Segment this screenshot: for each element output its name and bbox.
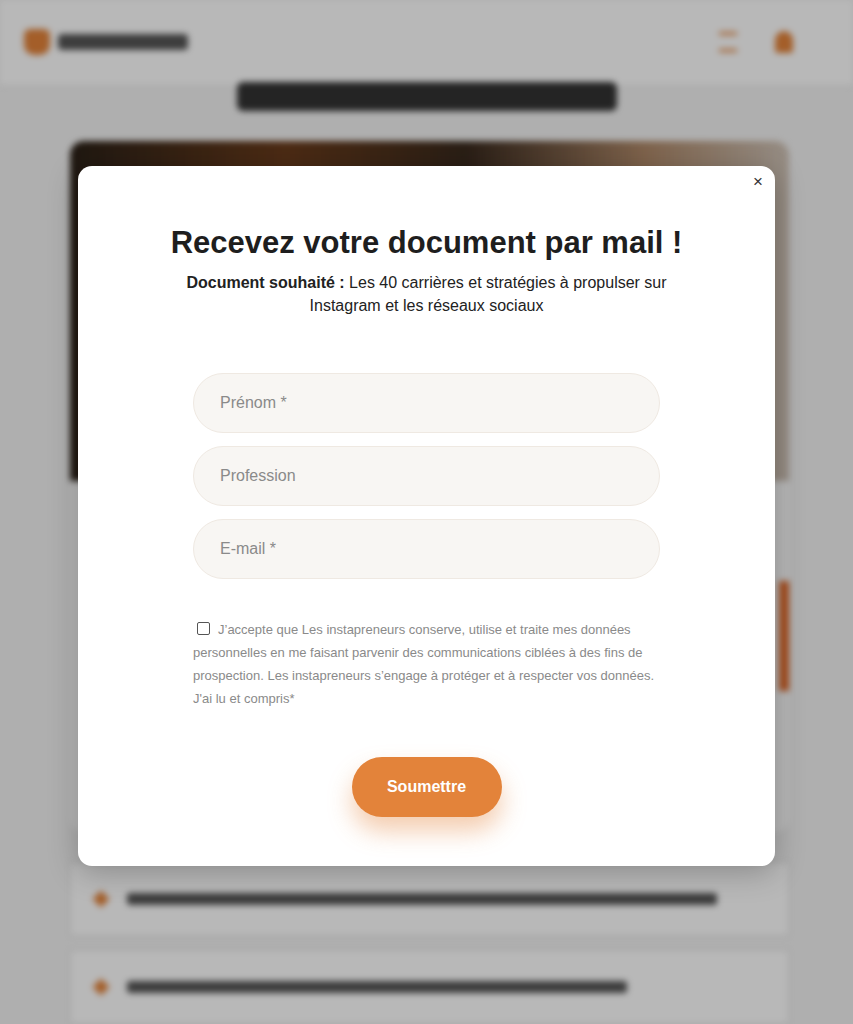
document-label: Document souhaité : <box>186 274 344 291</box>
modal-title: Recevez votre document par mail ! <box>171 224 683 261</box>
document-description: Document souhaité : Les 40 carrières et … <box>162 271 692 317</box>
signup-form: J’accepte que Les instapreneurs conserve… <box>193 373 660 817</box>
button-row: Soumettre <box>193 757 660 817</box>
text-field[interactable] <box>193 519 660 579</box>
consent-checkbox[interactable] <box>197 622 210 635</box>
text-field[interactable] <box>193 373 660 433</box>
download-modal: × Recevez votre document par mail ! Docume… <box>78 166 775 866</box>
consent-row: J’accepte que Les instapreneurs conserve… <box>193 618 660 710</box>
consent-text: J’accepte que Les instapreneurs conserve… <box>193 622 654 706</box>
document-name: Les 40 carrières et stratégies à propuls… <box>310 274 667 314</box>
close-button[interactable]: × <box>749 171 767 192</box>
text-field[interactable] <box>193 446 660 506</box>
submit-button[interactable]: Soumettre <box>352 757 502 817</box>
